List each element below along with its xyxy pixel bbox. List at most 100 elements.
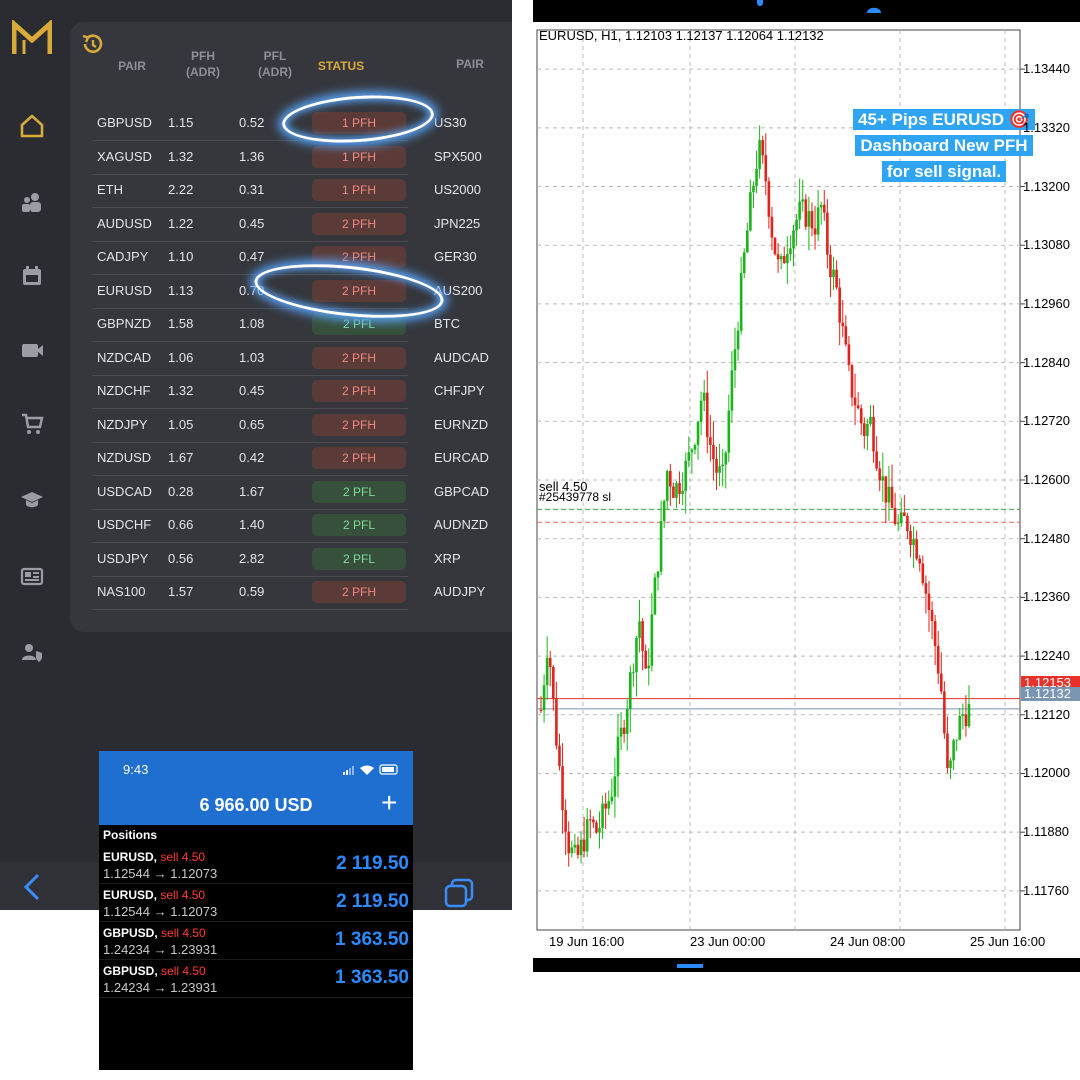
candle-body [610, 796, 614, 802]
table-row[interactable]: NZDUSD 1.67 0.42 2 PFH [92, 442, 408, 476]
positions-title: Positions [103, 828, 158, 842]
candle-body [792, 230, 795, 249]
pair-name: NZDCAD [97, 349, 152, 365]
pair-name: NZDUSD [97, 450, 152, 465]
pfh-value: 1.06 [168, 349, 194, 365]
table-row[interactable]: ETH 2.22 0.31 1 PFH [92, 174, 408, 208]
table-row[interactable]: USDJPY 0.56 2.82 2 PFL [92, 543, 408, 577]
table-row[interactable]: NAS100 1.57 0.59 2 PFH [92, 576, 408, 610]
position-symbol: GBPUSD, sell 4.50 [103, 964, 206, 978]
callout-line-2: Dashboard New PFH [855, 135, 1033, 156]
back-chevron-icon[interactable] [22, 872, 42, 907]
pfl-value: 1.36 [239, 148, 265, 164]
table-row[interactable]: NZDCAD 1.06 1.03 2 PFH [92, 342, 408, 376]
pair-name: USDCHF [97, 517, 152, 532]
candle-body [832, 269, 835, 278]
position-row[interactable]: GBPUSD, sell 4.50 1.24234 → 1.23931 1 363.… [99, 959, 413, 998]
add-button[interactable]: + [381, 789, 397, 817]
table-row[interactable]: NZDCHF 1.32 0.45 2 PFH [92, 375, 408, 409]
pair-name-2: SPX500 [434, 148, 482, 164]
candle-body [742, 252, 746, 274]
position-row[interactable]: EURUSD, sell 4.50 1.12544 → 1.12073 2 119.… [99, 883, 413, 922]
table-row[interactable]: USDCAD 0.28 1.67 2 PFL [92, 476, 408, 510]
price-tick-label: 1.12960 [1023, 295, 1070, 311]
candle-body [702, 392, 706, 401]
candle-body [604, 803, 607, 809]
status-badge: 2 PFL [312, 480, 406, 503]
candle-body [699, 400, 703, 422]
table-row[interactable]: USDCHF 0.66 1.40 2 PFL [92, 509, 408, 543]
table-row[interactable]: XAGUSD 1.32 1.36 1 PFH [92, 141, 408, 175]
candle-body [967, 703, 971, 727]
candle-body [776, 254, 780, 260]
graduation-cap-icon[interactable] [18, 486, 46, 514]
home-icon[interactable] [18, 112, 46, 140]
candle-body [585, 819, 589, 852]
candle-body [616, 736, 620, 777]
candle-body [927, 593, 931, 611]
pair-name-2: XRP [434, 550, 461, 566]
chart-callout: 45+ Pips EURUSD 🎯 Dashboard New PFH for … [853, 107, 1035, 185]
candle-body [863, 423, 866, 436]
candle-body [672, 486, 675, 498]
candle-body [638, 621, 641, 639]
price-tick-label: 1.13320 [1023, 119, 1070, 135]
chart-tab-icon[interactable] [677, 964, 703, 968]
candle-body [632, 672, 635, 674]
position-profit: 1 363.50 [335, 929, 409, 950]
candle-body [758, 140, 761, 169]
candle-body [881, 476, 885, 481]
price-tick-label: 1.13200 [1023, 178, 1070, 194]
chart-info: EURUSD, H1, 1.12103 1.12137 1.12064 1.12… [539, 28, 824, 43]
table-row[interactable]: AUDUSD 1.22 0.45 2 PFH [92, 208, 408, 242]
candle-body [644, 650, 647, 669]
position-row[interactable]: EURUSD, sell 4.50 1.12544 → 1.12073 2 119.… [99, 845, 413, 884]
status-badge: 2 PFH [312, 212, 406, 235]
users-icon[interactable] [18, 188, 46, 216]
history-icon[interactable] [80, 32, 104, 61]
candle-body [687, 452, 691, 461]
candle-body [782, 256, 786, 264]
cart-icon[interactable] [18, 410, 46, 438]
candle-body [582, 839, 586, 852]
candle-body [564, 810, 567, 832]
header-pair-2: PAIR [456, 57, 484, 71]
status-badge: 2 PFL [312, 547, 406, 570]
logo-m-icon[interactable] [12, 20, 52, 54]
position-row[interactable]: GBPUSD, sell 4.50 1.24234 → 1.23931 1 363.… [99, 921, 413, 960]
candle-body [764, 155, 768, 182]
callout-line-1: 45+ Pips EURUSD 🎯 [853, 109, 1035, 130]
candle-body [545, 657, 549, 686]
candle-body [813, 228, 817, 235]
video-icon[interactable] [18, 336, 46, 364]
candle-body [555, 698, 558, 746]
time-tick-label: 24 Jun 08:00 [830, 934, 906, 949]
header-pfl: PFL (ADR) [258, 49, 292, 79]
pair-name-2: GBPCAD [434, 483, 489, 499]
status-badge: 2 PFH [312, 380, 406, 402]
candle-body [718, 466, 721, 473]
stop-loss-label: #25439778 sl [539, 490, 612, 504]
status-badge: 2 PFH [312, 346, 406, 369]
candle-body [705, 392, 709, 438]
candle-body [552, 667, 555, 699]
calendar-icon[interactable] [18, 262, 46, 290]
pair-name: XAGUSD [97, 148, 152, 164]
price-tick-label: 1.13440 [1023, 61, 1070, 77]
tabs-icon[interactable] [444, 878, 476, 910]
time-tick-label: 25 Jun 16:00 [970, 934, 1046, 949]
user-shield-icon[interactable] [18, 638, 46, 666]
candle-body [872, 417, 875, 452]
price-tick-label: 1.12360 [1023, 589, 1070, 605]
candle-body [690, 449, 694, 453]
pair-name: AUDUSD [97, 215, 152, 231]
candle-body [933, 621, 937, 646]
candle-body [961, 714, 965, 716]
candle-body [588, 819, 592, 821]
pfl-value: 0.47 [239, 249, 265, 264]
news-icon[interactable] [18, 562, 46, 590]
candle-body [838, 287, 841, 323]
table-row[interactable]: NZDJPY 1.05 0.65 2 PFH [92, 409, 408, 443]
candle-body [613, 776, 617, 797]
pfl-value: 0.42 [239, 450, 265, 465]
